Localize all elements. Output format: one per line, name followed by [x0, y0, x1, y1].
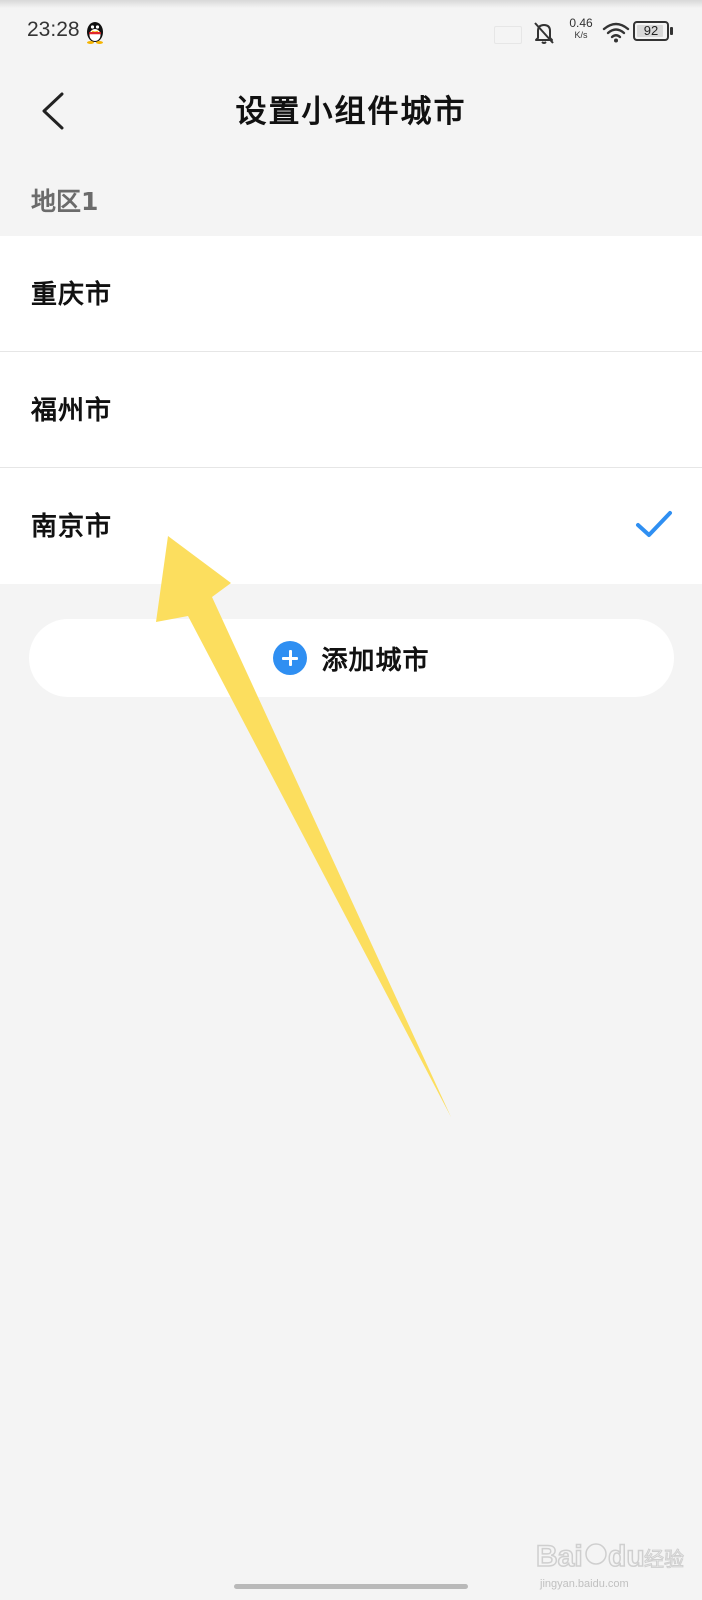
sim-icon [494, 26, 522, 44]
status-time: 23:28 [27, 18, 80, 41]
home-indicator[interactable] [234, 1584, 468, 1589]
section-label: 地区1 [31, 187, 99, 216]
city-row[interactable]: 重庆市 [0, 236, 702, 352]
battery-percent: 92 [643, 23, 659, 38]
battery-nub [670, 27, 673, 35]
battery-icon: 92 [633, 21, 673, 41]
city-name: 福州市 [31, 396, 113, 426]
svg-text:du: du [608, 1540, 645, 1573]
add-city-button[interactable]: 添加城市 [29, 619, 674, 697]
page-title: 设置小组件城市 [235, 94, 467, 130]
svg-text:Bai: Bai [536, 1540, 583, 1573]
qq-penguin-icon [87, 22, 103, 44]
status-bar: 23:28 0.46 K/s 92 [0, 0, 702, 64]
city-row[interactable]: 福州市 [0, 352, 702, 468]
city-row-selected[interactable]: 南京市 [0, 468, 702, 584]
add-city-content: 添加城市 [29, 619, 674, 697]
city-name: 南京市 [31, 512, 113, 542]
add-city-label: 添加城市 [321, 645, 430, 676]
network-speed: 0.46 K/s [566, 17, 596, 41]
baidu-jingyan-logo: Bai du 经验 [536, 1539, 685, 1574]
network-speed-unit: K/s [574, 30, 588, 40]
watermark-url: jingyan.baidu.com [540, 1578, 629, 1590]
wifi-icon [602, 22, 630, 43]
svg-text:经验: 经验 [644, 1547, 684, 1571]
bell-off-icon [534, 22, 554, 44]
network-speed-value: 0.46 [569, 16, 593, 30]
plus-circle-icon [273, 641, 308, 675]
checkmark-icon [636, 511, 672, 537]
city-list: 重庆市 福州市 南京市 [0, 236, 702, 584]
city-name: 重庆市 [31, 280, 113, 310]
